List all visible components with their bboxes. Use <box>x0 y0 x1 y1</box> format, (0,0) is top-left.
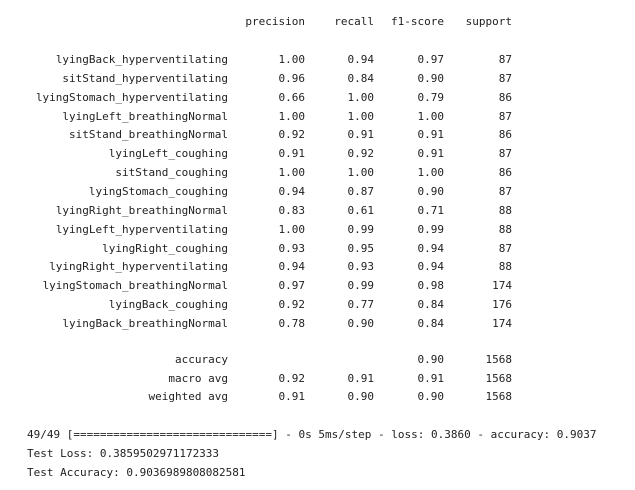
test-loss-line: Test Loss: 0.3859502971172333 <box>27 447 220 460</box>
row-f1-score: 0.84 <box>417 298 445 312</box>
row-label: lyingBack_breathingNormal <box>62 316 228 330</box>
header-f1-score: f1-score <box>391 15 444 28</box>
header-precision: precision <box>245 15 305 28</box>
row-support: 1568 <box>485 353 513 366</box>
row-support: 87 <box>498 147 512 161</box>
row-precision: 0.78 <box>278 316 306 330</box>
row-f1-score: 0.98 <box>417 279 445 293</box>
row-label: lyingRight_hyperventilating <box>49 260 228 274</box>
row-recall: 0.91 <box>347 371 375 385</box>
row-f1-score: 0.90 <box>417 390 445 403</box>
row-f1-score: 0.71 <box>417 203 445 217</box>
row-support: 174 <box>492 316 512 330</box>
row-f1-score: 0.90 <box>417 71 445 85</box>
row-support: 87 <box>498 109 512 123</box>
row-support: 87 <box>498 71 512 85</box>
row-f1-score: 1.00 <box>417 166 445 180</box>
row-label: lyingStomach_coughing <box>88 184 228 198</box>
row-label: sitStand_hyperventilating <box>62 71 228 85</box>
row-support: 87 <box>498 184 512 198</box>
row-support: 176 <box>492 298 512 312</box>
row-precision: 0.83 <box>278 203 306 217</box>
row-recall: 0.90 <box>347 316 375 330</box>
row-recall: 1.00 <box>347 166 375 180</box>
row-recall: 0.95 <box>347 241 375 255</box>
row-label: lyingLeft_coughing <box>108 147 228 161</box>
row-label: lyingBack_hyperventilating <box>55 53 228 66</box>
row-f1-score: 0.90 <box>417 184 445 198</box>
row-label: weighted avg <box>148 390 228 403</box>
row-f1-score: 0.90 <box>417 353 445 366</box>
row-f1-score: 0.79 <box>417 90 445 104</box>
row-label: lyingLeft_breathingNormal <box>62 109 228 123</box>
test-accuracy-line: Test Accuracy: 0.9036989808082581 <box>27 466 246 479</box>
row-precision: 0.92 <box>278 128 306 142</box>
classification-report: precision recall f1-score support lyingB… <box>0 0 635 490</box>
row-label: lyingStomach_breathingNormal <box>42 279 228 293</box>
row-f1-score: 1.00 <box>417 109 445 123</box>
row-recall: 1.00 <box>347 109 375 123</box>
row-support: 88 <box>498 203 512 217</box>
row-precision: 0.97 <box>278 279 306 293</box>
row-f1-score: 0.91 <box>417 128 445 142</box>
row-f1-score: 0.97 <box>417 53 445 66</box>
row-precision: 0.96 <box>278 71 306 85</box>
row-label: lyingStomach_hyperventilating <box>35 90 228 104</box>
row-f1-score: 0.91 <box>417 147 445 161</box>
row-label: lyingRight_coughing <box>102 241 228 255</box>
row-support: 87 <box>498 53 512 66</box>
row-precision: 0.92 <box>278 298 306 312</box>
row-precision: 1.00 <box>278 109 306 123</box>
row-label: sitStand_coughing <box>115 166 228 180</box>
row-precision: 0.94 <box>278 184 306 198</box>
row-f1-score: 0.99 <box>417 222 445 236</box>
row-label: sitStand_breathingNormal <box>69 128 228 142</box>
row-precision: 1.00 <box>278 166 306 180</box>
row-label: lyingRight_breathingNormal <box>55 203 228 217</box>
row-f1-score: 0.91 <box>417 371 445 385</box>
row-precision: 0.94 <box>278 260 306 274</box>
row-precision: 1.00 <box>278 53 306 66</box>
row-recall: 0.99 <box>347 222 375 236</box>
row-label: macro avg <box>168 371 228 385</box>
row-label: lyingLeft_hyperventilating <box>55 222 228 236</box>
row-support: 86 <box>498 128 512 142</box>
row-recall: 0.90 <box>347 390 375 403</box>
row-recall: 0.92 <box>347 147 375 161</box>
row-support: 88 <box>498 222 512 236</box>
row-precision: 0.92 <box>278 371 306 385</box>
progress-log-line: 49/49 [==============================] -… <box>27 428 597 441</box>
row-label: lyingBack_coughing <box>108 298 228 312</box>
row-precision: 1.00 <box>278 222 306 236</box>
row-f1-score: 0.94 <box>417 260 445 274</box>
row-recall: 0.93 <box>347 260 375 274</box>
row-recall: 0.77 <box>347 298 375 312</box>
row-support: 1568 <box>485 371 513 385</box>
row-recall: 0.91 <box>347 128 375 142</box>
row-precision: 0.93 <box>278 241 306 255</box>
header-support: support <box>465 15 512 28</box>
row-precision: 0.91 <box>278 390 306 403</box>
row-precision: 0.66 <box>278 90 306 104</box>
row-support: 87 <box>498 241 512 255</box>
row-support: 1568 <box>485 390 513 403</box>
row-support: 88 <box>498 260 512 274</box>
row-label: accuracy <box>175 353 228 366</box>
row-support: 86 <box>498 90 512 104</box>
row-recall: 1.00 <box>347 90 375 104</box>
row-recall: 0.94 <box>347 53 375 66</box>
row-recall: 0.61 <box>347 203 375 217</box>
row-support: 174 <box>492 279 512 293</box>
row-recall: 0.87 <box>347 184 375 198</box>
row-precision: 0.91 <box>278 147 306 161</box>
row-f1-score: 0.94 <box>417 241 445 255</box>
header-recall: recall <box>334 15 374 28</box>
row-support: 86 <box>498 166 512 180</box>
row-recall: 0.99 <box>347 279 375 293</box>
row-recall: 0.84 <box>347 71 375 85</box>
row-f1-score: 0.84 <box>417 316 445 330</box>
